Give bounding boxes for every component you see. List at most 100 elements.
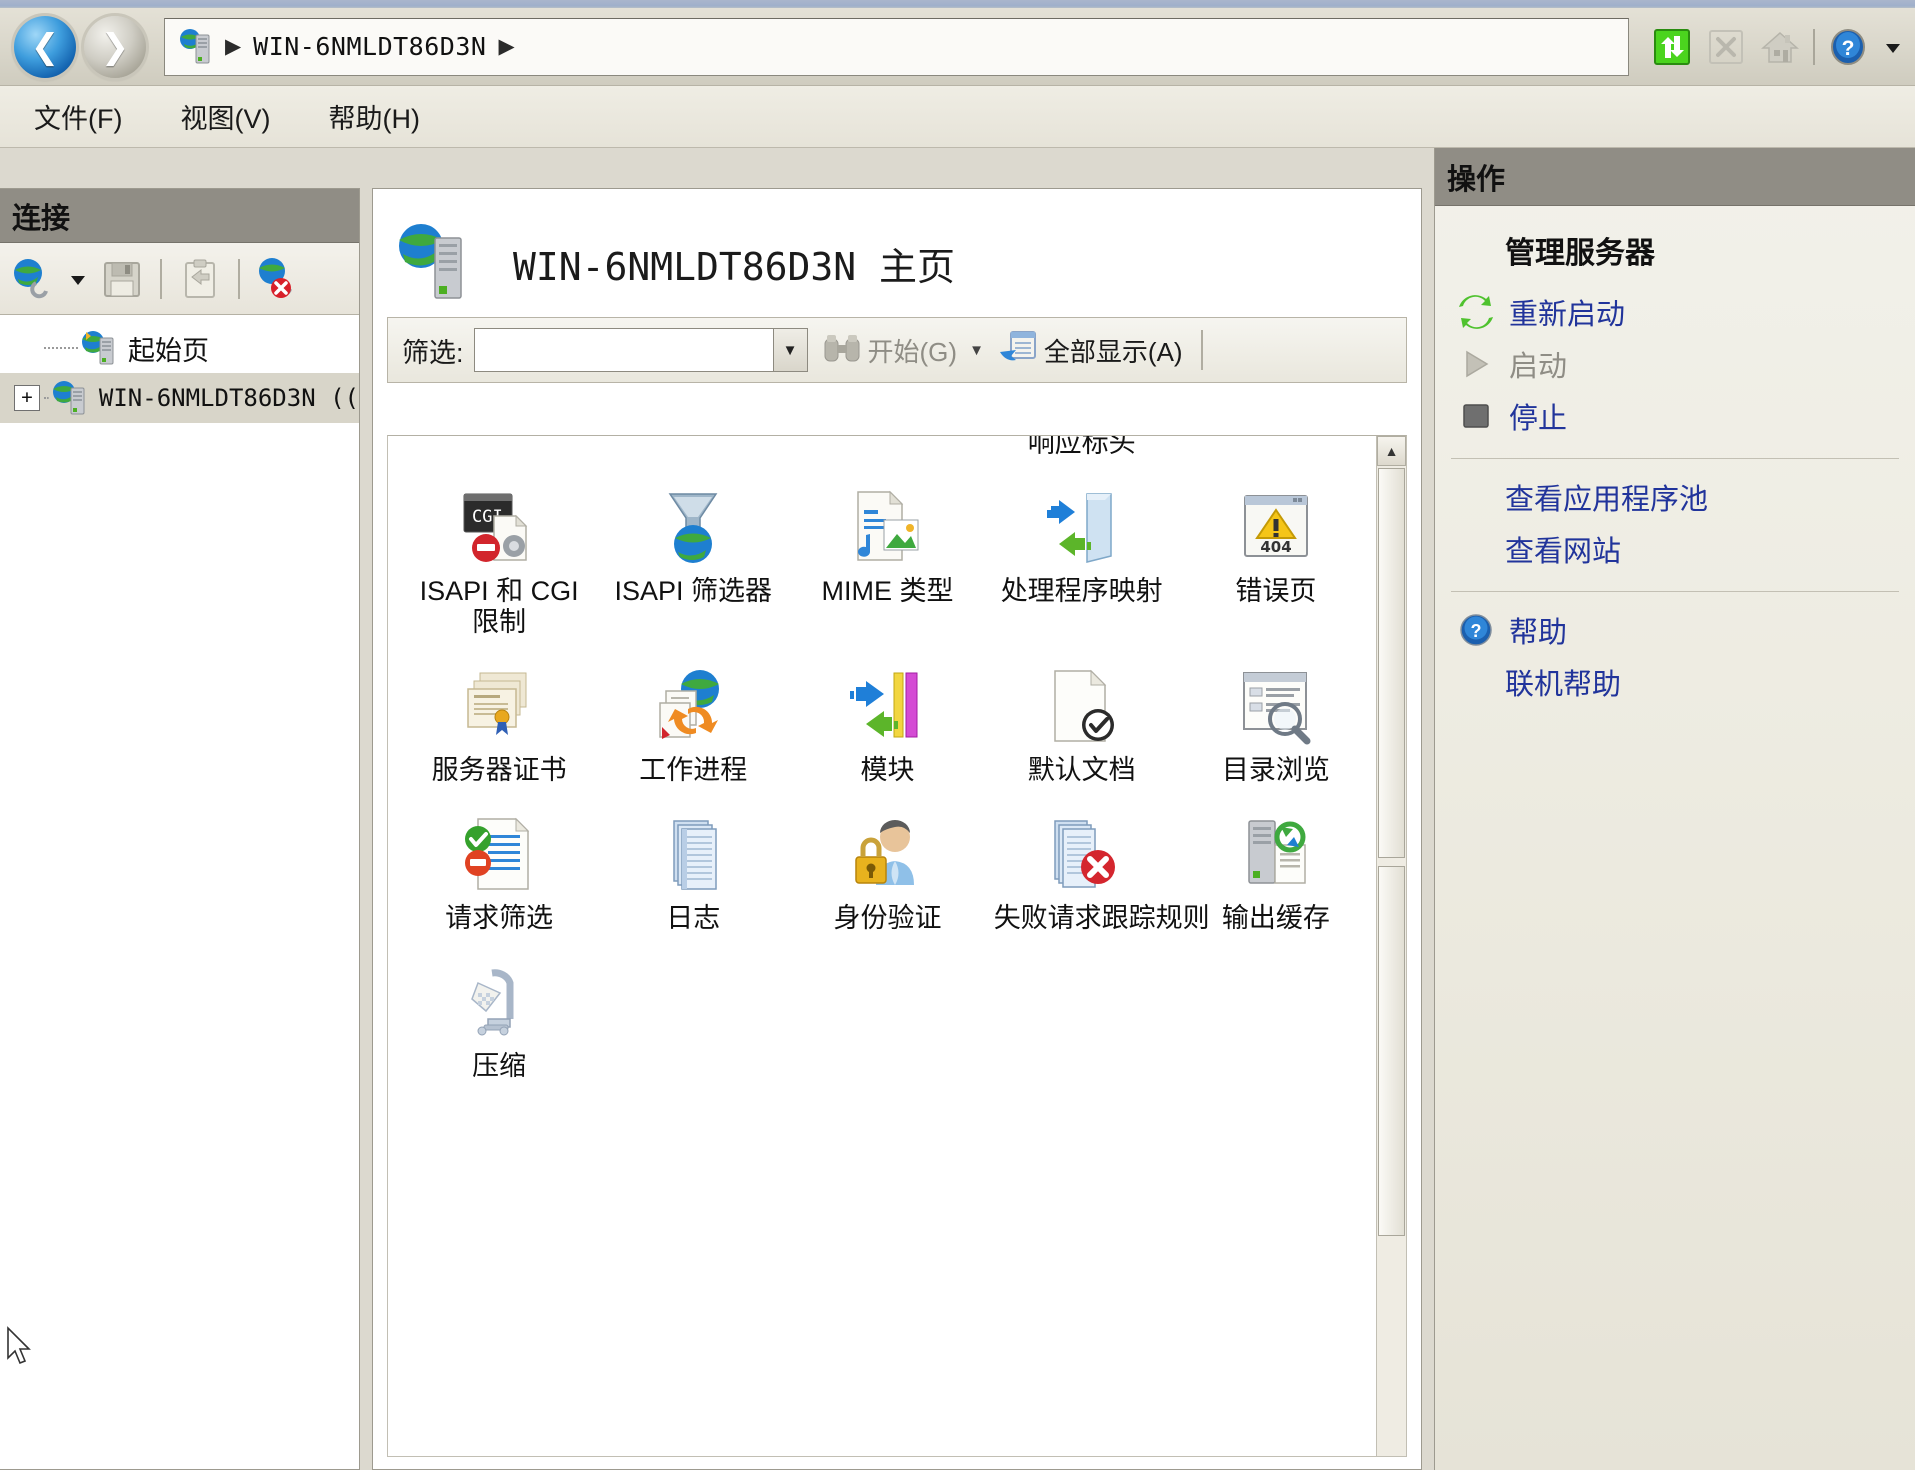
breadcrumb-server[interactable]: WIN-6NMLDT86D3N (253, 32, 486, 61)
server-home-icon (395, 220, 473, 306)
filter-go-label: 开始(G) (867, 336, 958, 367)
feature-cell[interactable]: CGI (596, 436, 790, 458)
action-online-help[interactable]: 联机帮助 (1435, 656, 1915, 708)
feature-cell[interactable]: 日志 (596, 813, 790, 933)
filter-input[interactable] (474, 329, 773, 371)
menu-file[interactable]: 文件(F) (34, 97, 122, 136)
toolbar-divider-1 (160, 258, 162, 299)
tree-item-start-page[interactable]: 起始页 (0, 323, 359, 373)
default-document-icon (1041, 665, 1123, 747)
mime-types-icon (846, 486, 928, 568)
connect-icon[interactable] (10, 255, 58, 303)
binoculars-icon (822, 331, 862, 370)
action-label: 重新启动 (1509, 299, 1626, 331)
feature-cell[interactable]: ISAPI 筛选器 (596, 486, 790, 636)
page-title: WIN-6NMLDT86D3N 主页 (513, 244, 956, 289)
dropdown-icon[interactable] (1881, 26, 1905, 68)
home-icon[interactable] (1759, 26, 1801, 68)
content-pane: WIN-6NMLDT86D3N 主页 筛选: ▼ 开始(G) ▼ 全部显示(A)… (372, 188, 1422, 1470)
feature-label: 服务器证书 (431, 754, 567, 785)
request-filtering-icon (458, 813, 540, 895)
action-help[interactable]: ? 帮助 (1435, 604, 1915, 656)
disconnect-icon[interactable] (254, 255, 302, 303)
show-all-button[interactable]: 全部显示(A) (998, 330, 1183, 371)
feature-cell[interactable]: CGI ISAPI 和 CGI 限制 (402, 486, 596, 637)
filter-dropdown-button[interactable]: ▼ (773, 328, 808, 372)
paste-icon (176, 255, 224, 303)
workspace: 连接 起始页 + WIN-6NMLDT86D3N ((WIN-6NMLDT86… (0, 148, 1915, 1470)
feature-cell[interactable]: 默认文档 (985, 665, 1179, 785)
action-label: 启动 (1509, 351, 1568, 383)
feature-cell[interactable]: 服务器证书 (402, 665, 596, 785)
feature-label: ISAPI 和 CGI 限制 (419, 576, 579, 637)
forward-button[interactable]: ❯ (84, 15, 146, 78)
handler-mappings-icon (1041, 486, 1123, 568)
feature-label: ISAPI 筛选器 (614, 576, 773, 607)
tree-expander-icon[interactable]: + (14, 385, 40, 411)
feature-label: 身份验证 (833, 903, 942, 934)
connections-toolbar (0, 243, 359, 315)
feature-label: 日志 (666, 903, 721, 934)
feature-cell[interactable]: 处理程序映射 (985, 486, 1179, 636)
refresh-icon[interactable] (1651, 26, 1693, 68)
action-stop[interactable]: 停止 (1435, 390, 1915, 442)
feature-cell[interactable]: 压缩 (402, 961, 596, 1081)
tree-item-label: 起始页 (128, 335, 209, 366)
svg-text:404: 404 (1260, 538, 1291, 556)
feature-label: 处理程序映射 (1000, 576, 1163, 607)
scroll-thumb-lower[interactable] (1378, 866, 1405, 1236)
feature-label: 目录浏览 (1221, 754, 1330, 785)
filter-label: 筛选: (402, 337, 464, 368)
actions-group-help: ? 帮助 联机帮助 (1435, 604, 1915, 708)
tree-item-label: WIN-6NMLDT86D3N (( (98, 384, 359, 412)
features-grid: ASP CGI FastCGI 设置 HTTP 响应标头 HTTP 重定向 (388, 436, 1373, 1082)
features-grid-wrapper: ASP CGI FastCGI 设置 HTTP 响应标头 HTTP 重定向 (387, 435, 1407, 1457)
action-label: 查看网站 (1505, 536, 1622, 568)
feature-cell[interactable]: 模块 (790, 665, 984, 785)
dropdown-arrow-icon[interactable] (68, 255, 88, 303)
address-field[interactable]: ▶ WIN-6NMLDT86D3N ▶ (164, 17, 1629, 76)
breadcrumb-separator-2[interactable]: ▶ (498, 34, 514, 59)
start-page-icon (80, 328, 120, 368)
feature-cell[interactable]: 404 错误页 (1179, 486, 1373, 636)
restart-icon (1457, 293, 1495, 331)
server-globe-icon (179, 27, 213, 67)
menu-help[interactable]: 帮助(H) (328, 97, 419, 136)
feature-cell[interactable]: 目录浏览 (1179, 665, 1373, 785)
filter-go-button[interactable]: 开始(G) (822, 331, 958, 370)
content-scrollbar[interactable]: ▲ (1376, 436, 1406, 1456)
show-all-label: 全部显示(A) (1043, 336, 1183, 367)
action-view-app-pools[interactable]: 查看应用程序池 (1435, 471, 1915, 523)
help-circle-icon[interactable]: ? (1827, 26, 1869, 68)
feature-cell[interactable]: 工作进程 (596, 665, 790, 785)
feature-label: 工作进程 (639, 754, 748, 785)
feature-cell[interactable]: HTTP 响应标头 (985, 436, 1179, 458)
filter-input-wrap[interactable] (473, 328, 774, 372)
feature-cell[interactable]: FastCGI 设置 (790, 436, 984, 458)
scroll-up-arrow[interactable]: ▲ (1377, 436, 1406, 466)
action-restart[interactable]: 重新启动 (1435, 286, 1915, 338)
action-view-sites[interactable]: 查看网站 (1435, 523, 1915, 575)
scroll-thumb[interactable] (1378, 468, 1405, 858)
action-label: 查看应用程序池 (1505, 484, 1709, 516)
feature-label: 错误页 (1235, 576, 1317, 607)
feature-label: MIME 类型 (821, 576, 954, 607)
menu-view[interactable]: 视图(V) (180, 97, 270, 136)
feature-cell[interactable]: HTTP 重定向 (1179, 436, 1373, 458)
menu-bar: 文件(F) 视图(V) 帮助(H) (0, 86, 1915, 148)
tree-item-server[interactable]: + WIN-6NMLDT86D3N (( (0, 373, 359, 423)
feature-cell[interactable]: 输出缓存 (1179, 813, 1373, 933)
feature-cell[interactable]: ASP (402, 436, 596, 458)
feature-cell[interactable]: 身份验证 (790, 813, 984, 933)
back-button[interactable]: ❮ (14, 15, 76, 78)
feature-cell[interactable]: MIME 类型 (790, 486, 984, 636)
authentication-icon (846, 813, 928, 895)
filter-go-caret-icon[interactable]: ▼ (969, 342, 984, 359)
server-node-icon (51, 378, 91, 418)
feature-cell[interactable]: 失败请求跟踪规则 (985, 813, 1210, 933)
forward-arrow-icon: ❯ (100, 27, 130, 66)
worker-processes-icon (652, 665, 734, 747)
feature-cell[interactable]: 请求筛选 (402, 813, 596, 933)
isapi-filters-icon (652, 486, 734, 568)
address-toolbar: ? (1651, 26, 1915, 68)
